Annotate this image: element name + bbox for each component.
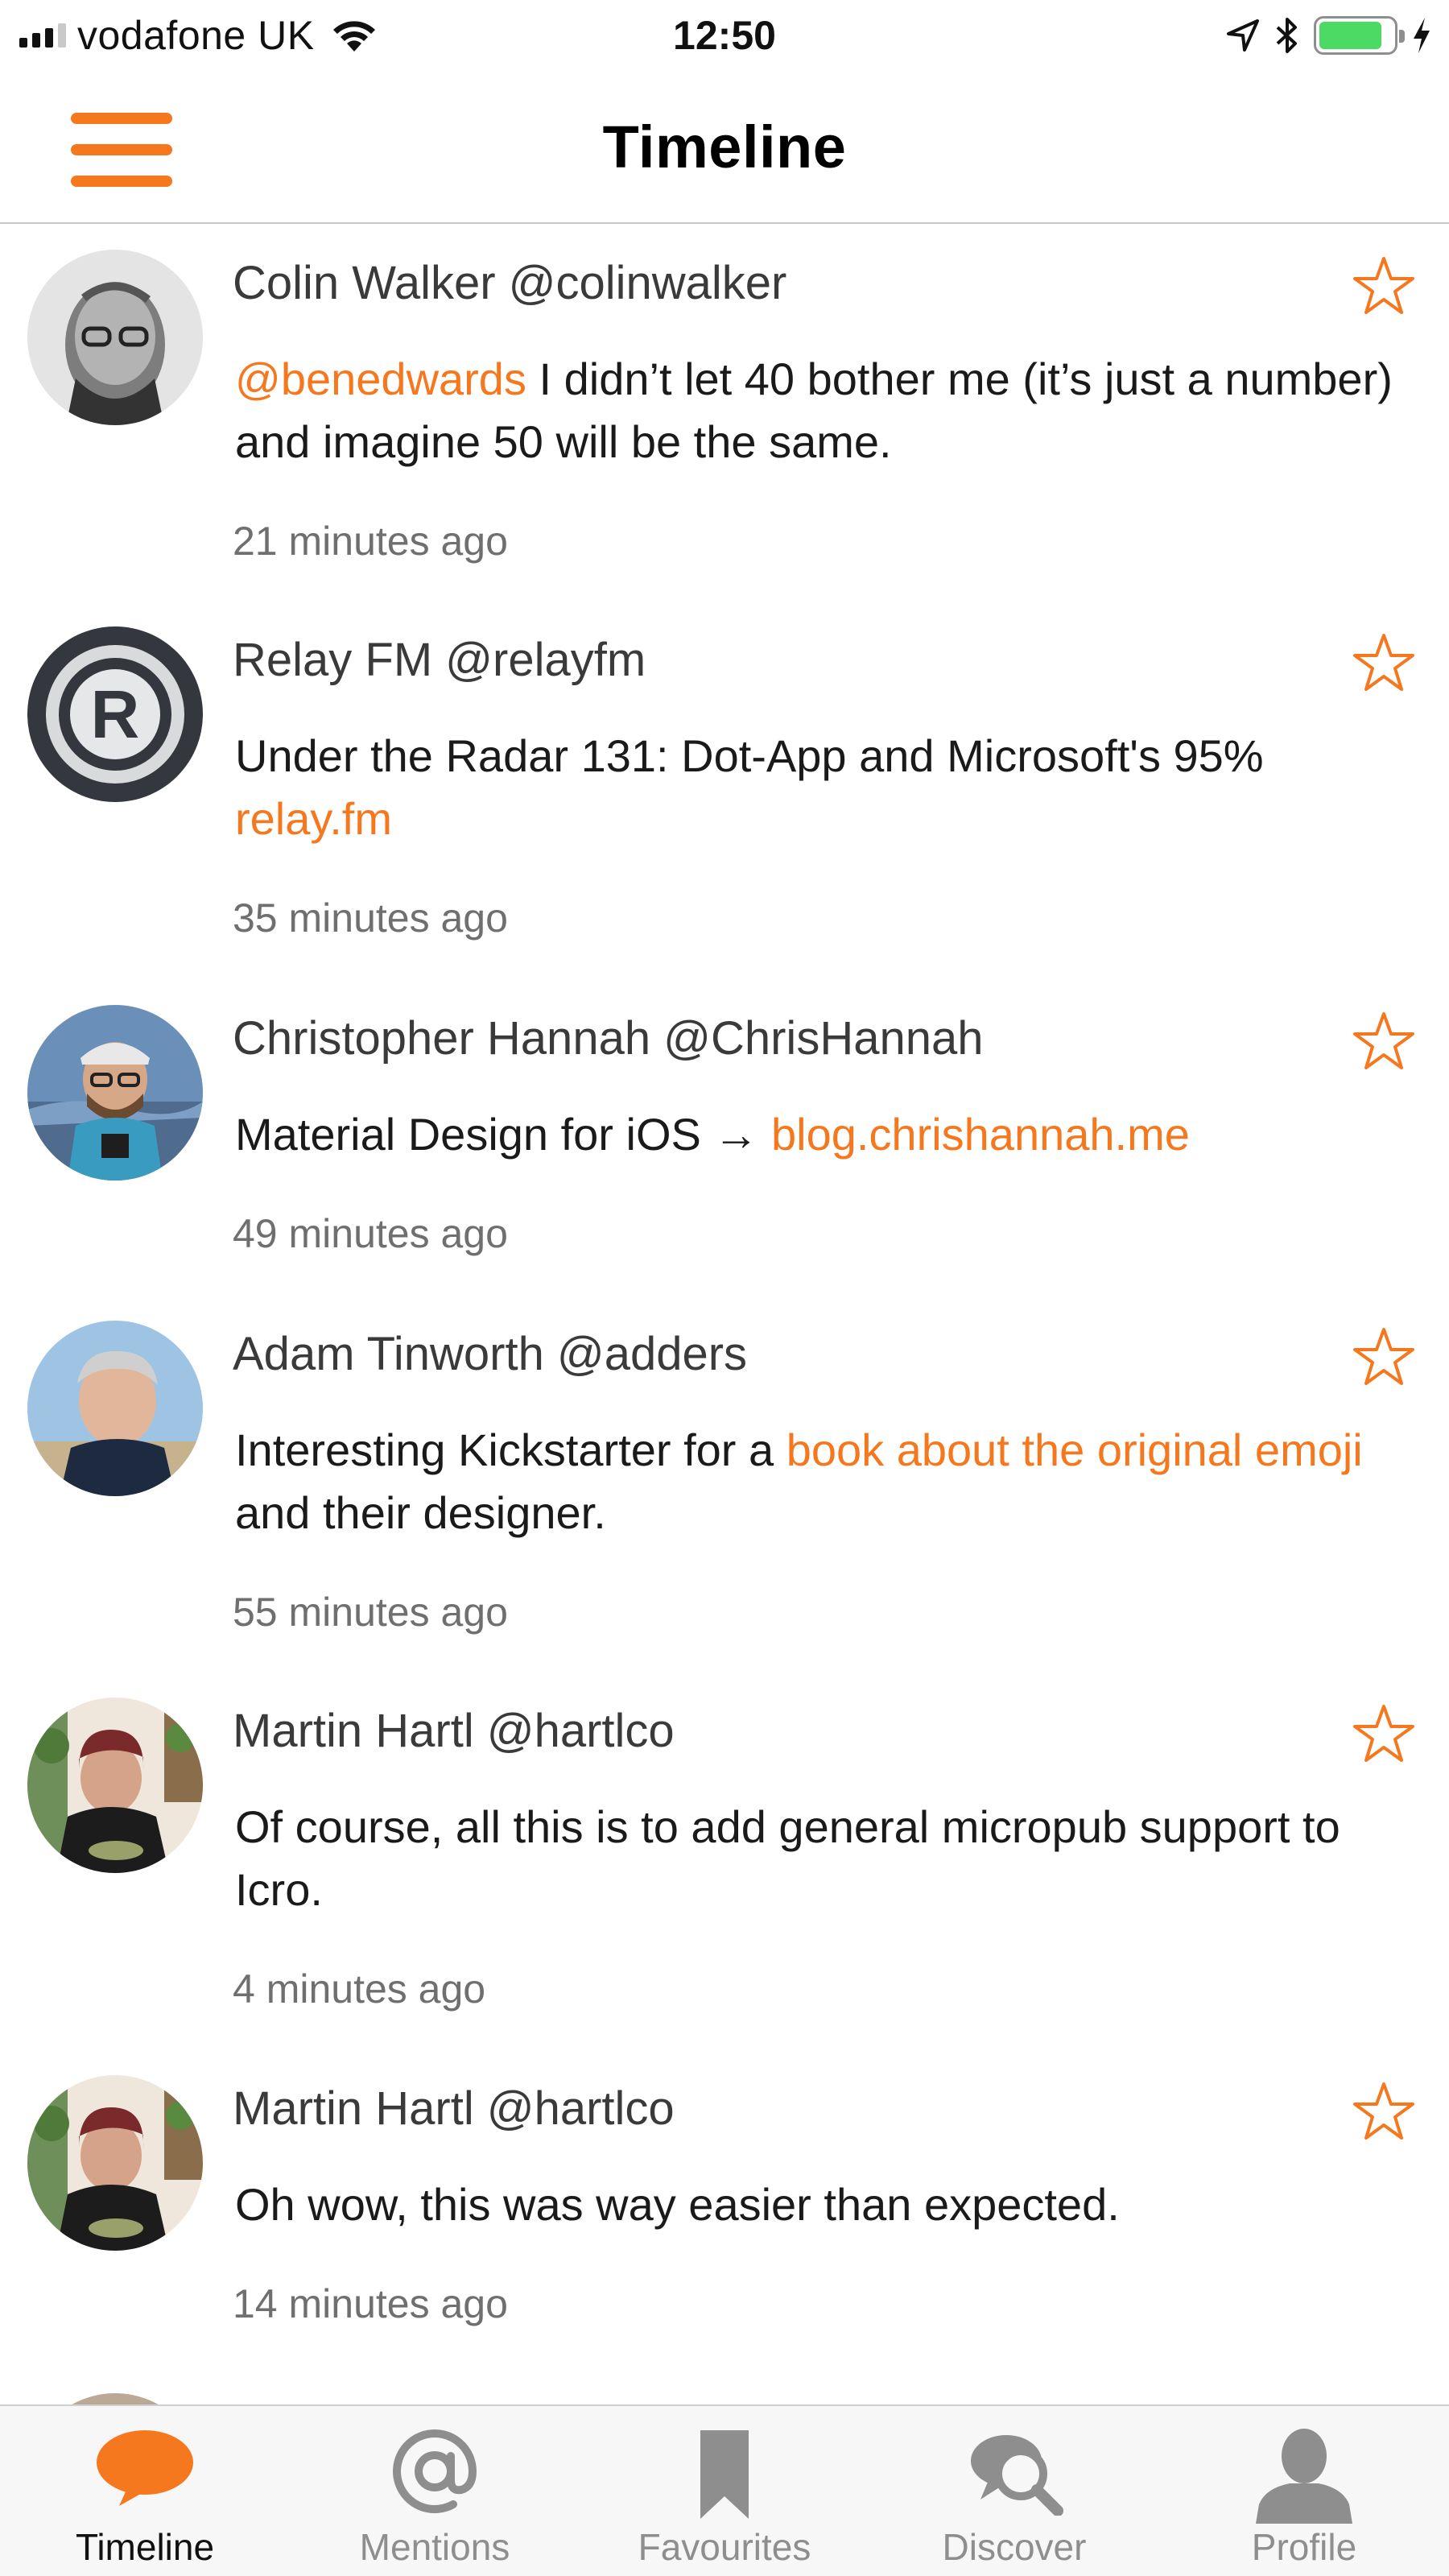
post-content: @benedwards I didn’t let 40 bother me (i… xyxy=(235,348,1410,473)
post-content: Interesting Kickstarter for a book about… xyxy=(235,1419,1410,1544)
charging-bolt-icon xyxy=(1414,18,1430,53)
page-title: Timeline xyxy=(602,113,847,180)
post-text: and their designer. xyxy=(235,1487,606,1538)
author-handle: @hartlco xyxy=(486,1705,675,1757)
tab-timeline[interactable]: Timeline xyxy=(0,2406,290,2576)
navigation-bar: Timeline xyxy=(0,71,1449,224)
post-timestamp: 4 minutes ago xyxy=(233,1966,486,2012)
tab-label: Favourites xyxy=(638,2526,811,2568)
author-name: Christopher Hannah xyxy=(233,1012,651,1065)
author-name: Adam Tinworth xyxy=(233,1328,544,1380)
post-link[interactable]: @benedwards xyxy=(235,354,526,404)
battery-icon xyxy=(1314,16,1405,55)
avatar[interactable] xyxy=(27,2075,203,2251)
post-author[interactable]: Adam Tinworth @adders xyxy=(233,1327,747,1381)
tab-profile[interactable]: Profile xyxy=(1159,2406,1449,2576)
author-name: Colin Walker xyxy=(233,257,496,309)
post-link[interactable]: relay.fm xyxy=(235,793,392,844)
author-name: Relay FM xyxy=(233,634,433,686)
favourite-star-icon[interactable] xyxy=(1352,2080,1415,2143)
post-text: Material Design for iOS → xyxy=(235,1109,771,1160)
avatar[interactable] xyxy=(27,1321,203,1496)
avatar[interactable] xyxy=(27,1005,203,1180)
tab-label: Mentions xyxy=(359,2526,510,2568)
location-arrow-icon xyxy=(1227,19,1259,52)
author-handle: @relayfm xyxy=(445,634,646,686)
post-content: Of course, all this is to add general mi… xyxy=(235,1796,1410,1921)
author-handle: @ChrisHannah xyxy=(663,1012,984,1065)
status-bar: vodafone UK 12:50 xyxy=(0,0,1449,71)
post-author[interactable]: Relay FM @relayfm xyxy=(233,633,646,687)
author-name: Martin Hartl xyxy=(233,1705,474,1757)
post-content: Under the Radar 131: Dot-App and Microso… xyxy=(235,725,1410,850)
avatar[interactable]: R xyxy=(27,626,203,802)
bluetooth-icon xyxy=(1276,18,1297,53)
discover-bubbles-icon xyxy=(964,2427,1064,2516)
post-content: Oh wow, this was way easier than expecte… xyxy=(235,2173,1410,2236)
post-text: Interesting Kickstarter for a xyxy=(235,1424,786,1475)
battery-fill xyxy=(1319,22,1381,49)
status-right xyxy=(1225,0,1433,71)
post-link[interactable]: book about the original emoji xyxy=(786,1424,1363,1475)
author-handle: @adders xyxy=(556,1328,748,1380)
post-author[interactable]: Colin Walker @colinwalker xyxy=(233,256,786,310)
tab-bar: Timeline Mentions Favourites Discover Profil… xyxy=(0,2404,1449,2576)
person-icon xyxy=(1254,2427,1354,2524)
favourite-star-icon[interactable] xyxy=(1352,1325,1415,1388)
tab-label: Discover xyxy=(942,2526,1087,2568)
app-screen: vodafone UK 12:50 Timeline Colin Walker … xyxy=(0,0,1449,2576)
post-text: Oh wow, this was way easier than expecte… xyxy=(235,2179,1120,2230)
author-handle: @hartlco xyxy=(486,2082,675,2135)
hamburger-menu-button[interactable] xyxy=(71,113,172,187)
favourite-star-icon[interactable] xyxy=(1352,254,1415,317)
post-text: Of course, all this is to add general mi… xyxy=(235,1801,1340,1915)
svg-text:R: R xyxy=(91,676,140,752)
post-timestamp: 35 minutes ago xyxy=(233,895,508,941)
tab-discover[interactable]: Discover xyxy=(869,2406,1159,2576)
at-sign-icon xyxy=(390,2427,479,2516)
post-author[interactable]: Christopher Hannah @ChrisHannah xyxy=(233,1011,983,1065)
avatar[interactable] xyxy=(27,250,203,425)
post-timestamp: 49 minutes ago xyxy=(233,1211,508,1256)
author-name: Martin Hartl xyxy=(233,2082,474,2135)
favourite-star-icon[interactable] xyxy=(1352,1010,1415,1073)
post-author[interactable]: Martin Hartl @hartlco xyxy=(233,1704,675,1758)
tab-label: Profile xyxy=(1251,2526,1357,2568)
post-timestamp: 55 minutes ago xyxy=(233,1590,508,1635)
speech-bubble-icon xyxy=(95,2427,195,2508)
post-link[interactable]: blog.chrishannah.me xyxy=(771,1109,1190,1160)
tab-mentions[interactable]: Mentions xyxy=(290,2406,580,2576)
post-author[interactable]: Martin Hartl @hartlco xyxy=(233,2082,675,2136)
post-timestamp: 21 minutes ago xyxy=(233,519,508,564)
tab-favourites[interactable]: Favourites xyxy=(580,2406,869,2576)
favourite-star-icon[interactable] xyxy=(1352,1702,1415,1765)
avatar[interactable] xyxy=(27,1697,203,1873)
favourite-star-icon[interactable] xyxy=(1352,631,1415,694)
author-handle: @colinwalker xyxy=(508,257,787,309)
post-timestamp: 14 minutes ago xyxy=(233,2281,508,2326)
bookmark-icon xyxy=(697,2427,752,2522)
post-content: Material Design for iOS → blog.chrishann… xyxy=(235,1103,1410,1166)
tab-label: Timeline xyxy=(75,2526,215,2568)
post-text: Under the Radar 131: Dot-App and Microso… xyxy=(235,730,1264,781)
